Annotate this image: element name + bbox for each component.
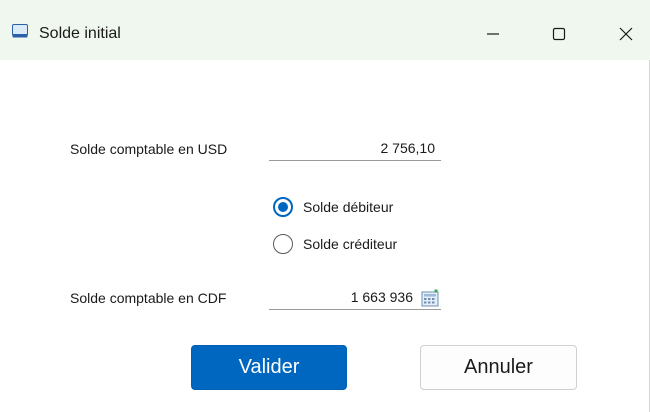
window-title: Solde initial [39,25,121,42]
minimize-icon [487,33,499,35]
validate-button[interactable]: Valider [191,345,347,390]
radio-debit[interactable]: Solde débiteur [273,196,393,218]
usd-balance-input[interactable]: 2 756,10 [269,137,441,161]
maximize-icon [552,27,566,41]
close-icon [619,27,633,41]
maximize-button[interactable] [536,14,582,54]
cdf-balance-label: Solde comptable en CDF [70,290,227,306]
radio-credit-indicator[interactable] [273,234,293,254]
title-bar[interactable]: Solde initial [0,0,650,60]
radio-credit[interactable]: Solde créditeur [273,233,397,255]
minimize-button[interactable] [470,14,516,54]
radio-debit-label: Solde débiteur [303,199,394,215]
usd-balance-label: Solde comptable en USD [70,141,228,157]
close-button[interactable] [603,14,649,54]
cdf-balance-input[interactable]: 1 663 936 [269,286,441,310]
radio-debit-indicator[interactable] [273,197,293,217]
dialog-window: Solde initial Solde comptable en USD 2 7… [0,0,650,412]
calculator-icon[interactable] [421,289,439,307]
radio-credit-label: Solde créditeur [303,236,398,252]
window-app-icon [12,24,28,38]
cancel-button[interactable]: Annuler [420,345,577,390]
